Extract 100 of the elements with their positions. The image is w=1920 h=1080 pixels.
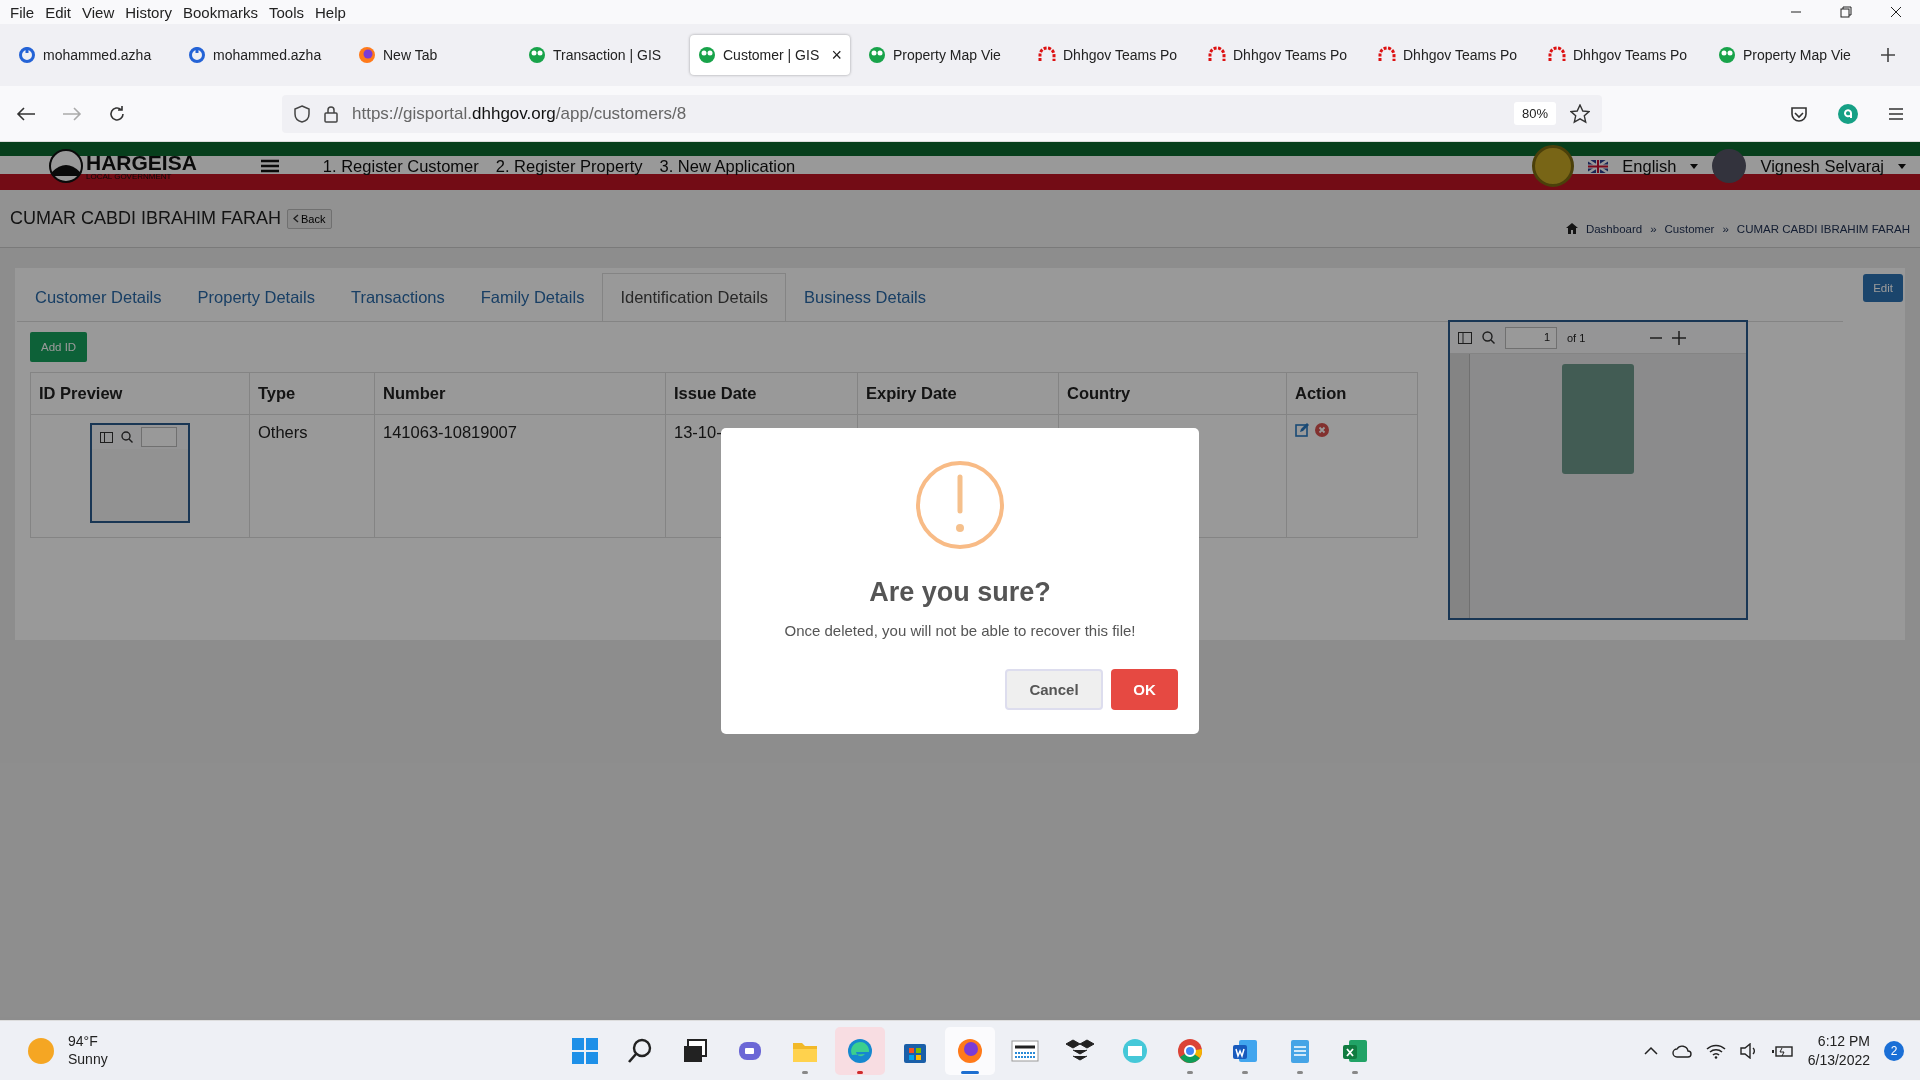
new-tab-icon[interactable] xyxy=(1880,47,1896,63)
menu-item[interactable]: History xyxy=(121,3,179,21)
ring-icon xyxy=(18,46,36,64)
reload-icon[interactable] xyxy=(108,104,126,123)
url-text: https://gisportal.dhhgov.org/app/customers/8 xyxy=(352,103,687,124)
column-header: Expiry Date xyxy=(857,372,1059,415)
column-header: ID Preview xyxy=(30,372,250,415)
edit-icon[interactable] xyxy=(1295,423,1309,437)
tab-title: Transaction | GIS xyxy=(553,47,663,63)
notification-badge[interactable]: 2 xyxy=(1884,1040,1904,1061)
tab-title: Dhhgov Teams Po xyxy=(1063,47,1179,63)
edit-button[interactable]: Edit xyxy=(1863,274,1903,302)
arch-icon xyxy=(1378,46,1396,64)
tab-title: Property Map Vie xyxy=(1743,47,1852,63)
breadcrumb-link[interactable]: Dashboard xyxy=(1585,222,1643,235)
tab-title: Dhhgov Teams Po xyxy=(1233,47,1349,63)
chevron-icon xyxy=(293,214,300,223)
breadcrumb-separator: » xyxy=(1650,222,1657,235)
browser-tab[interactable]: Dhhgov Teams Po xyxy=(1370,35,1530,75)
tab[interactable]: Identification Details xyxy=(602,273,787,321)
zoom-level-button[interactable]: 80% xyxy=(1513,102,1556,125)
breadcrumb-link[interactable]: CUMAR CABDI IBRAHIM FARAH xyxy=(1736,222,1910,235)
column-header: Number xyxy=(374,372,666,415)
logo-subtitle: LOCAL GOVERNMENT xyxy=(86,172,173,181)
cloud-icon[interactable] xyxy=(1671,1043,1692,1058)
cancel-button[interactable]: Cancel xyxy=(1005,669,1103,710)
browser-tab[interactable]: mohammed.azha xyxy=(180,35,340,75)
document-preview[interactable] xyxy=(90,423,190,523)
menu-item[interactable]: Tools xyxy=(265,3,311,21)
flag-icon xyxy=(1588,159,1609,173)
browser-tab[interactable]: Property Map Vie xyxy=(860,35,1020,75)
star-icon[interactable] xyxy=(1570,103,1590,124)
envelope-icon xyxy=(1121,1036,1149,1065)
lock-icon xyxy=(324,104,338,123)
menu-item[interactable]: File xyxy=(6,3,42,21)
sidebar-toggle-icon[interactable] xyxy=(1458,331,1472,344)
menu-icon[interactable] xyxy=(260,159,279,173)
tab[interactable]: Family Details xyxy=(462,273,603,321)
dialog-title: Are you sure? xyxy=(869,577,1051,608)
browser-tab[interactable]: Customer | GIS × xyxy=(690,35,850,75)
home-icon xyxy=(1565,223,1578,234)
globe-icon xyxy=(1718,46,1736,64)
browser-tab[interactable]: Dhhgov Teams Po xyxy=(1030,35,1190,75)
tab-title: mohammed.azha xyxy=(43,47,153,63)
speaker-icon[interactable] xyxy=(1739,1042,1758,1059)
wifi-icon[interactable] xyxy=(1705,1042,1726,1059)
caret-icon[interactable] xyxy=(1690,163,1699,169)
ok-button[interactable]: OK xyxy=(1111,669,1178,710)
breadcrumb-separator: » xyxy=(1722,222,1729,235)
browser-tab[interactable]: Transaction | GIS xyxy=(520,35,680,75)
browser-tab[interactable]: Dhhgov Teams Po xyxy=(1540,35,1700,75)
page-number-field[interactable]: 1 xyxy=(1505,326,1557,349)
city-emblem-icon[interactable] xyxy=(48,148,84,184)
menu-item[interactable]: Edit xyxy=(41,3,79,21)
browser-tab[interactable]: New Tab xyxy=(350,35,510,75)
back-button[interactable]: Back xyxy=(287,208,332,229)
close-icon[interactable] xyxy=(1890,6,1902,18)
menu-icon[interactable] xyxy=(1888,106,1904,121)
nav-link[interactable]: 3. New Application xyxy=(659,156,796,176)
tab-close-button[interactable]: × xyxy=(831,44,842,66)
tab[interactable]: Business Details xyxy=(786,273,945,321)
arch-icon xyxy=(1038,46,1056,64)
clock[interactable]: 6:12 PM 6/13/2022 xyxy=(1807,1032,1870,1069)
back-arrow-icon[interactable] xyxy=(16,105,36,122)
tab[interactable]: Property Details xyxy=(179,273,333,321)
user-avatar xyxy=(1712,149,1747,183)
nav-link[interactable]: 1. Register Customer xyxy=(322,156,479,176)
user-menu[interactable]: Vignesh Selvaraj xyxy=(1760,156,1884,176)
arch-icon xyxy=(1208,46,1226,64)
browser-tab[interactable]: Dhhgov Teams Po xyxy=(1200,35,1360,75)
pocket-icon[interactable] xyxy=(1790,104,1808,123)
temperature: 94°F xyxy=(68,1033,99,1051)
customer-name: CUMAR CABDI IBRAHIM FARAH xyxy=(10,208,282,229)
address-field[interactable]: https://gisportal.dhhgov.org/app/customers/8 80% xyxy=(282,94,1602,133)
account-icon[interactable] xyxy=(1838,103,1858,124)
zoom-in-icon[interactable] xyxy=(1672,330,1686,345)
battery-icon[interactable] xyxy=(1771,1043,1794,1058)
task-view-icon xyxy=(681,1036,709,1065)
globe-icon xyxy=(698,46,716,64)
delete-icon[interactable] xyxy=(1315,423,1329,437)
nav-link[interactable]: 2. Register Property xyxy=(495,156,643,176)
caret-icon[interactable] xyxy=(1898,163,1906,169)
tab-title: Dhhgov Teams Po xyxy=(1403,47,1519,63)
menu-item[interactable]: View xyxy=(78,3,122,21)
dialog-message: Once deleted, you will not be able to recover this file! xyxy=(784,622,1136,639)
language-dropdown[interactable]: English xyxy=(1622,156,1677,176)
menu-item[interactable]: Bookmarks xyxy=(178,3,265,21)
browser-tab[interactable]: mohammed.azha xyxy=(10,35,170,75)
restore-icon[interactable] xyxy=(1840,6,1852,18)
tab[interactable]: Transactions xyxy=(332,273,463,321)
browser-logo-icon xyxy=(956,1036,984,1065)
menu-item[interactable]: Help xyxy=(311,3,353,21)
search-icon[interactable] xyxy=(1482,331,1495,344)
tab[interactable]: Customer Details xyxy=(17,273,180,321)
chevron-up-icon[interactable] xyxy=(1643,1046,1658,1055)
breadcrumb-link[interactable]: Customer xyxy=(1664,222,1715,235)
sidebar-toggle-icon xyxy=(100,431,113,443)
sun-icon xyxy=(28,1037,54,1064)
globe-icon xyxy=(868,46,886,64)
browser-tab[interactable]: Property Map Vie xyxy=(1710,35,1870,75)
